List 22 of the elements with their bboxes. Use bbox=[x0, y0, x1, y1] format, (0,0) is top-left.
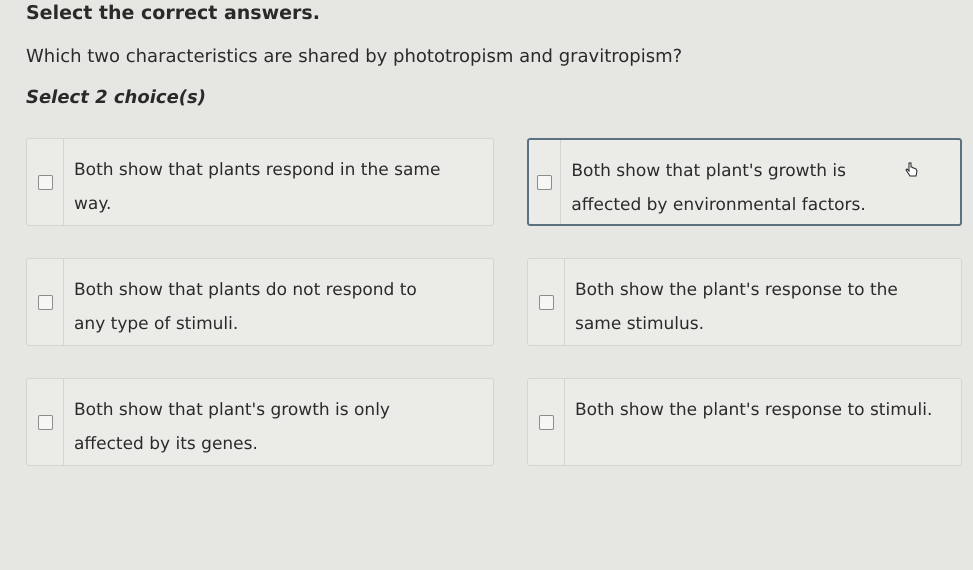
choice-text: Both show the plant's response to stimuli. bbox=[574, 399, 934, 422]
checkbox[interactable] bbox=[38, 174, 52, 190]
answer-choice[interactable]: Both show that plants respond in the same way. bbox=[26, 138, 494, 226]
answer-choice[interactable]: Both show that plant's growth is only affected by its genes. bbox=[26, 378, 494, 466]
answer-choice[interactable]: Both show that plant's growth is affected by environmental factors. bbox=[527, 138, 962, 226]
checkbox[interactable] bbox=[538, 414, 554, 430]
checkbox[interactable] bbox=[537, 174, 552, 190]
instruction-text: Select 2 choice(s) bbox=[26, 87, 207, 108]
answer-choice[interactable]: Both show the plant's response to stimuli. bbox=[527, 378, 962, 466]
checkbox[interactable] bbox=[38, 414, 52, 430]
choice-text: Both show the plant's response to the same stimulus. bbox=[574, 279, 899, 336]
choice-text: Both show that plant's growth is only affected by its genes. bbox=[73, 399, 391, 456]
choice-text: Both show that plant's growth is affected by environmental factors. bbox=[570, 160, 867, 217]
hand-cursor-icon bbox=[904, 162, 918, 178]
choice-text: Both show that plants do not respond to any type of stimuli. bbox=[73, 279, 418, 336]
question-text: Which two characteristics are shared by phototropism and gravitropism? bbox=[26, 46, 684, 67]
answer-choice[interactable]: Both show the plant's response to the same stimulus. bbox=[527, 258, 962, 346]
choice-text: Both show that plants respond in the same way. bbox=[73, 159, 442, 216]
checkbox[interactable] bbox=[38, 294, 52, 310]
answer-choice[interactable]: Both show that plants do not respond to any type of stimuli. bbox=[26, 258, 494, 346]
heading: Select the correct answers. bbox=[26, 2, 321, 24]
checkbox[interactable] bbox=[538, 294, 554, 310]
